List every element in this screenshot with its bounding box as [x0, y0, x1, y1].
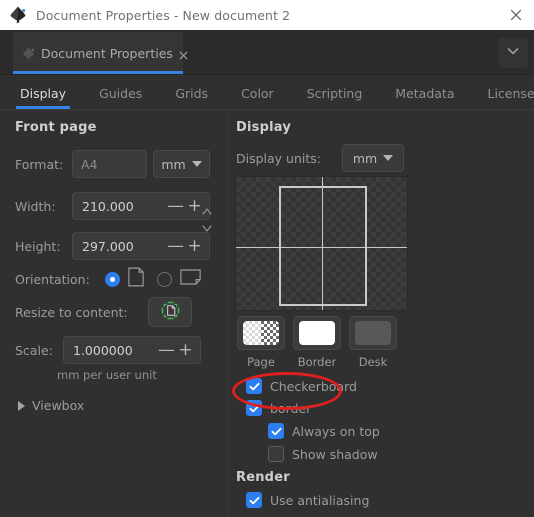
inkscape-logo-icon — [8, 5, 28, 25]
front-page-heading: Front page — [15, 120, 97, 135]
display-units-combo[interactable]: mm — [342, 144, 404, 172]
checkbox-checkerboard[interactable]: Checkerboard — [246, 378, 357, 394]
display-units-label: Display units: — [236, 150, 321, 166]
format-label: Format: — [15, 156, 64, 172]
width-label: Width: — [15, 198, 56, 214]
tab-scripting[interactable]: Scripting — [307, 86, 363, 109]
landscape-page-icon[interactable] — [180, 269, 201, 289]
swatch-desk[interactable]: Desk — [349, 316, 397, 369]
height-label: Height: — [15, 238, 61, 254]
orientation-row: Orientation: — [15, 267, 220, 291]
scale-label: Scale: — [15, 342, 53, 358]
scale-unit-hint: mm per user unit — [57, 368, 157, 382]
tab-grids[interactable]: Grids — [175, 86, 208, 109]
scale-row: Scale: 1.000000 — + — [15, 336, 220, 364]
display-heading: Display — [236, 120, 291, 135]
swatch-desk-button[interactable] — [349, 316, 397, 350]
tab-license[interactable]: License — [488, 86, 534, 109]
height-value: 297.000 — [82, 238, 134, 254]
checkbox-use-antialiasing-label: Use antialiasing — [270, 492, 370, 508]
width-spinbutton[interactable]: 210.000 — + — [72, 192, 210, 220]
orientation-landscape-radio[interactable] — [157, 271, 172, 287]
close-icon[interactable] — [508, 7, 524, 23]
checkbox-always-on-top-label: Always on top — [292, 423, 380, 439]
display-panel: Display Display units: mm Page Border De… — [229, 110, 534, 517]
swatch-border-button[interactable] — [293, 316, 341, 350]
checkbox-show-shadow-label: Show shadow — [292, 446, 378, 462]
window-titlebar: Document Properties - New document 2 — [0, 0, 534, 30]
format-unit-value: mm — [161, 156, 186, 172]
portrait-page-icon[interactable] — [128, 267, 144, 291]
resize-to-content-row: Resize to content: — [15, 297, 220, 327]
swatch-page-color — [243, 321, 279, 345]
width-row: Width: 210.000 — + — [15, 192, 215, 220]
dialog-tab-document-properties[interactable]: Document Properties — [13, 32, 188, 74]
viewbox-label: Viewbox — [32, 398, 85, 413]
checkbox-use-antialiasing[interactable]: Use antialiasing — [246, 492, 369, 508]
format-input[interactable]: A4 — [72, 150, 147, 178]
inkscape-logo-icon — [21, 46, 36, 61]
display-units-value: mm — [352, 150, 378, 166]
checkbox-border-box[interactable] — [246, 400, 262, 416]
dialog-content: Front page Format: A4 mm Width: 210.000 … — [0, 110, 534, 517]
swatch-desk-color — [355, 321, 391, 345]
dialog-tab-close-icon[interactable] — [177, 47, 190, 60]
checkbox-show-shadow[interactable]: Show shadow — [268, 446, 378, 462]
viewbox-expander[interactable]: Viewbox — [18, 398, 84, 413]
height-spinbutton[interactable]: 297.000 — + — [72, 232, 210, 260]
checkbox-show-shadow-box[interactable] — [268, 446, 284, 462]
checkbox-checkerboard-box[interactable] — [246, 378, 262, 394]
checkbox-use-antialiasing-box[interactable] — [246, 492, 262, 508]
swatch-desk-label: Desk — [358, 355, 388, 369]
height-decrement-button[interactable]: — — [167, 235, 184, 257]
scale-value: 1.000000 — [73, 342, 133, 358]
height-row: Height: 297.000 — + — [15, 232, 215, 260]
dialog-tabstrip: Document Properties — [0, 30, 534, 75]
chevron-right-icon — [18, 400, 25, 411]
swatch-page[interactable]: Page — [237, 316, 285, 369]
checkbox-border[interactable]: border — [246, 400, 311, 416]
height-increment-button[interactable]: + — [186, 235, 203, 257]
swatch-page-label: Page — [247, 355, 275, 369]
resize-to-content-label: Resize to content: — [15, 304, 128, 320]
chevron-down-icon — [383, 155, 394, 161]
format-unit-combo[interactable]: mm — [153, 150, 210, 178]
window-title: Document Properties - New document 2 — [36, 7, 291, 23]
tab-display[interactable]: Display — [15, 86, 71, 109]
tab-color[interactable]: Color — [241, 86, 274, 109]
swatch-border-color — [299, 321, 335, 345]
checkbox-border-label: border — [270, 400, 312, 416]
scale-increment-button[interactable]: + — [177, 339, 194, 361]
checkbox-always-on-top-box[interactable] — [268, 423, 284, 439]
page-preview[interactable] — [235, 176, 408, 311]
dialog-tab-label: Document Properties — [41, 45, 173, 61]
checkbox-checkerboard-label: Checkerboard — [270, 378, 357, 394]
fit-page-to-content-icon — [160, 300, 181, 325]
display-units-row: Display units: mm — [236, 144, 436, 172]
tab-guides[interactable]: Guides — [99, 86, 142, 109]
width-decrement-button[interactable]: — — [167, 195, 184, 217]
resize-to-content-button[interactable] — [148, 297, 192, 327]
dialog-tab-active-indicator — [13, 71, 183, 74]
dialog-tab-menu-button[interactable] — [498, 38, 528, 68]
front-page-panel: Front page Format: A4 mm Width: 210.000 … — [0, 110, 228, 517]
swatch-page-button[interactable] — [237, 316, 285, 350]
orientation-label: Orientation: — [15, 271, 90, 287]
preview-page-border — [279, 186, 367, 306]
orientation-portrait-radio[interactable] — [105, 271, 120, 287]
checkbox-always-on-top[interactable]: Always on top — [268, 423, 380, 439]
width-value: 210.000 — [82, 198, 134, 214]
scale-decrement-button[interactable]: — — [158, 339, 175, 361]
swatch-border[interactable]: Border — [293, 316, 341, 369]
format-row: Format: A4 mm — [15, 150, 215, 178]
scale-spinbutton[interactable]: 1.000000 — + — [63, 336, 201, 364]
swatch-border-label: Border — [297, 355, 337, 369]
chevron-down-icon — [505, 43, 521, 63]
tab-metadata[interactable]: Metadata — [395, 86, 454, 109]
section-tabs: Display Guides Grids Color Scripting Met… — [0, 76, 534, 110]
chevron-down-icon — [191, 161, 202, 167]
render-heading: Render — [236, 470, 290, 485]
document-properties-window: Document Properties - New document 2 Doc… — [0, 0, 534, 517]
